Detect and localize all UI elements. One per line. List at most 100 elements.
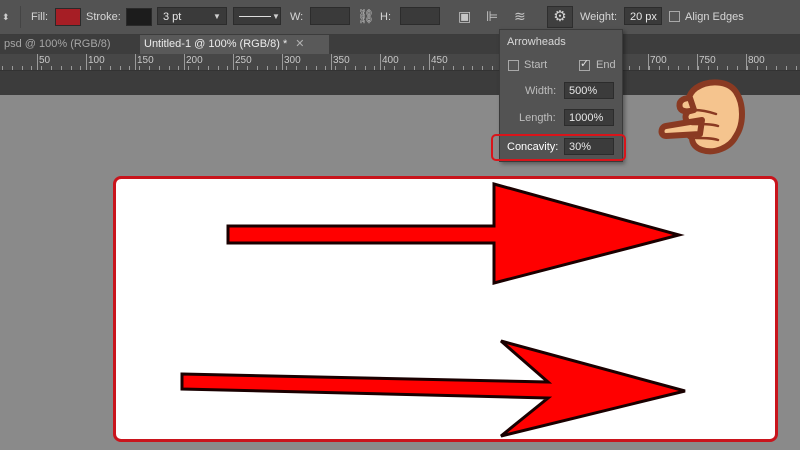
- stroke-type-dropdown[interactable]: ▼: [233, 7, 281, 25]
- arrow-length-value: 1000%: [569, 112, 604, 124]
- ruler-label: 350: [333, 55, 350, 66]
- chevron-down-icon: ▼: [272, 12, 280, 21]
- ruler-tick: [325, 66, 327, 70]
- ruler-tick: [60, 66, 62, 70]
- separator: [20, 6, 21, 28]
- ruler-tick: [188, 66, 190, 70]
- ruler-tick: [786, 66, 787, 70]
- ruler-label: 800: [748, 55, 765, 66]
- stroke-label: Stroke:: [86, 11, 121, 23]
- fill-label: Fill:: [31, 11, 49, 23]
- ruler-tick: [247, 66, 248, 70]
- ruler-tick: [737, 66, 738, 70]
- concave-arrow-shape[interactable]: [180, 339, 686, 438]
- tab-untitled-1[interactable]: Untitled-1 @ 100% (RGB/8) * ✕: [140, 35, 329, 54]
- ruler-tick: [345, 66, 346, 70]
- stroke-swatch[interactable]: [126, 8, 152, 26]
- ruler-label: 150: [137, 55, 154, 66]
- arrow-length-field[interactable]: 1000%: [564, 109, 614, 126]
- ruler-label: 50: [39, 55, 51, 66]
- ruler-major-tick: [282, 54, 283, 70]
- path-arrangement-icon[interactable]: ≋: [514, 8, 526, 24]
- ruler-tick: [374, 66, 376, 70]
- ruler-major-tick: [135, 54, 136, 70]
- ruler-major-tick: [233, 54, 234, 70]
- ruler-tick: [178, 66, 180, 70]
- stroke-width-value: 3 pt: [163, 11, 182, 23]
- start-checkbox[interactable]: [508, 60, 519, 71]
- options-bar: ⬍ Fill: Stroke: 3 pt ▼ ▼ W: ⛓ H: ▣ ⊫ ≋ ⚙…: [0, 0, 800, 35]
- ruler-tick: [462, 66, 464, 70]
- ruler-tick: [335, 66, 337, 70]
- geometry-options-button[interactable]: ⚙: [547, 6, 573, 28]
- path-operations-icon[interactable]: ▣: [458, 8, 471, 24]
- ruler-tick: [31, 66, 33, 70]
- gear-icon: ⚙: [553, 8, 567, 25]
- ruler-tick: [472, 66, 474, 70]
- path-alignment-icon[interactable]: ⊫: [486, 8, 498, 24]
- ruler-tick: [482, 66, 484, 70]
- ruler-major-tick: [697, 54, 698, 70]
- ruler-tick: [168, 66, 170, 70]
- width-field[interactable]: [310, 7, 350, 25]
- ruler-tick: [766, 66, 768, 70]
- weight-field[interactable]: 20 px: [624, 7, 662, 25]
- ruler-tick: [11, 66, 13, 70]
- popup-title: Arrowheads: [507, 36, 566, 48]
- ruler-tick: [286, 66, 288, 70]
- ruler-tick: [207, 66, 209, 70]
- ruler-tick: [100, 66, 101, 70]
- ruler-tick: [227, 66, 229, 70]
- ruler-tick: [51, 66, 52, 70]
- ruler-tick: [119, 66, 121, 70]
- document-canvas: [113, 176, 778, 442]
- ruler-tick: [403, 66, 405, 70]
- tab-label: Untitled-1 @ 100% (RGB/8) *: [144, 38, 288, 50]
- ruler-major-tick: [648, 54, 649, 70]
- concavity-highlight-box: [491, 134, 626, 161]
- width-label: W:: [290, 11, 304, 23]
- ruler-tick: [90, 66, 92, 70]
- ruler-tick: [433, 66, 435, 70]
- ruler-tick: [423, 66, 425, 70]
- ruler-major-tick: [86, 54, 87, 70]
- ruler-tick: [668, 66, 670, 70]
- ruler-tick: [109, 66, 111, 70]
- ruler-major-tick: [746, 54, 747, 70]
- ruler-tick: [237, 66, 239, 70]
- height-label: H:: [380, 11, 391, 23]
- ruler-tick: [149, 66, 150, 70]
- ruler-tick: [296, 66, 297, 70]
- tab-psd[interactable]: psd @ 100% (RGB/8) *✕: [0, 35, 135, 69]
- ruler-major-tick: [184, 54, 185, 70]
- pointing-hand-icon: [658, 79, 745, 155]
- ruler-tick: [364, 66, 366, 70]
- ruler-tick: [198, 66, 199, 70]
- ruler-tick: [443, 66, 444, 70]
- height-field[interactable]: [400, 7, 440, 25]
- arrow-width-field[interactable]: 500%: [564, 82, 614, 99]
- ruler-label: 200: [186, 55, 203, 66]
- ruler-tick: [629, 66, 631, 70]
- ruler-tick: [70, 66, 72, 70]
- ruler-tick: [21, 66, 23, 70]
- ruler-tick: [658, 66, 660, 70]
- arrow-shape[interactable]: [226, 182, 685, 285]
- link-icon[interactable]: ⛓: [357, 8, 375, 24]
- ruler-label: 700: [650, 55, 667, 66]
- align-edges-checkbox[interactable]: [669, 11, 680, 22]
- ruler-tick: [80, 66, 82, 70]
- end-checkbox[interactable]: ✓: [579, 58, 590, 71]
- ruler-tick: [158, 66, 160, 70]
- ruler-tick: [315, 66, 317, 70]
- ruler-tick: [707, 66, 709, 70]
- chevron-down-icon[interactable]: ▼: [213, 12, 221, 21]
- tool-preset-chevron-icon[interactable]: ⬍: [2, 9, 10, 25]
- ruler-tick: [776, 66, 778, 70]
- fill-swatch[interactable]: [55, 8, 81, 26]
- ruler-tick: [354, 66, 356, 70]
- end-label: End: [596, 59, 616, 71]
- arrows-artwork: [180, 182, 686, 438]
- close-icon[interactable]: ✕: [295, 38, 304, 50]
- ruler-tick: [129, 66, 131, 70]
